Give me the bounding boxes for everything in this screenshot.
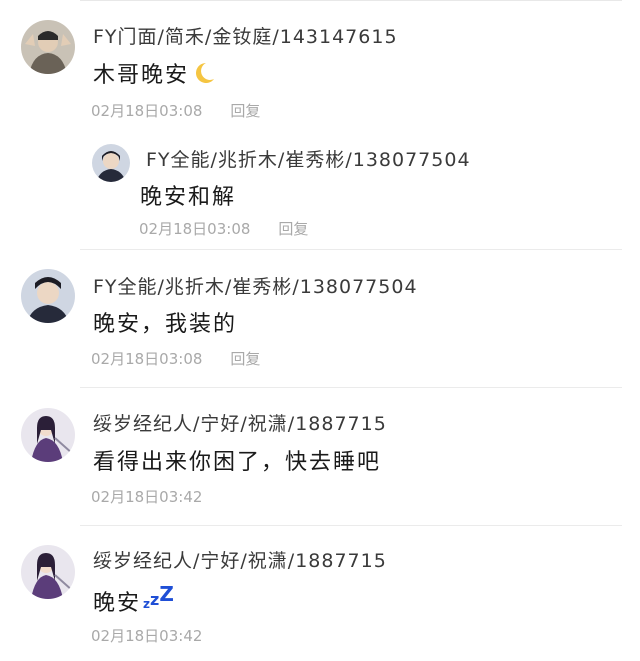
crescent-moon-icon (196, 63, 215, 83)
top-divider (80, 0, 622, 1)
reply-button[interactable]: 回复 (230, 350, 260, 368)
reply-username[interactable]: FY全能/兆折木/崔秀彬/138077504 (146, 145, 471, 172)
comment-text: 晚安 zzZ (93, 582, 174, 617)
reply-time: 02月18日03:08 (139, 220, 251, 238)
comment-time: 02月18日03:08 (91, 350, 203, 368)
comment-time: 02月18日03:42 (91, 488, 203, 506)
divider (80, 525, 622, 526)
comment-text: 看得出来你困了，快去睡吧 (93, 450, 382, 475)
avatar[interactable] (21, 408, 75, 462)
reply-button[interactable]: 回复 (278, 220, 308, 238)
reply-meta: 02月18日03:08 回复 (139, 218, 308, 239)
zzz-icon: zzZ (143, 582, 174, 611)
comment-meta: 02月18日03:08 回复 (91, 100, 260, 121)
comment-text: 晚安，我装的 (93, 312, 238, 337)
avatar[interactable] (21, 20, 75, 74)
divider (80, 387, 622, 388)
comment-time: 02月18日03:42 (91, 627, 203, 645)
divider (80, 249, 622, 250)
comment-text-content: 晚安 (93, 591, 142, 616)
avatar[interactable] (92, 144, 130, 182)
avatar[interactable] (21, 269, 75, 323)
reply-text: 晚安和解 (140, 185, 237, 210)
comment-username[interactable]: FY门面/简禾/金钕庭/143147615 (93, 22, 398, 49)
comment-text-content: 木哥晚安 (93, 63, 190, 88)
comment-username[interactable]: 绥岁经纪人/宁好/祝潇/1887715 (93, 546, 387, 573)
reply-button[interactable]: 回复 (230, 102, 260, 120)
comment-meta: 02月18日03:42 (91, 625, 202, 646)
comment-text: 木哥晚安 (93, 57, 217, 89)
comment-time: 02月18日03:08 (91, 102, 203, 120)
avatar[interactable] (21, 545, 75, 599)
comment-meta: 02月18日03:42 (91, 486, 202, 507)
comment-username[interactable]: 绥岁经纪人/宁好/祝潇/1887715 (93, 409, 387, 436)
comment-username[interactable]: FY全能/兆折木/崔秀彬/138077504 (93, 272, 418, 299)
comment-meta: 02月18日03:08 回复 (91, 348, 260, 369)
